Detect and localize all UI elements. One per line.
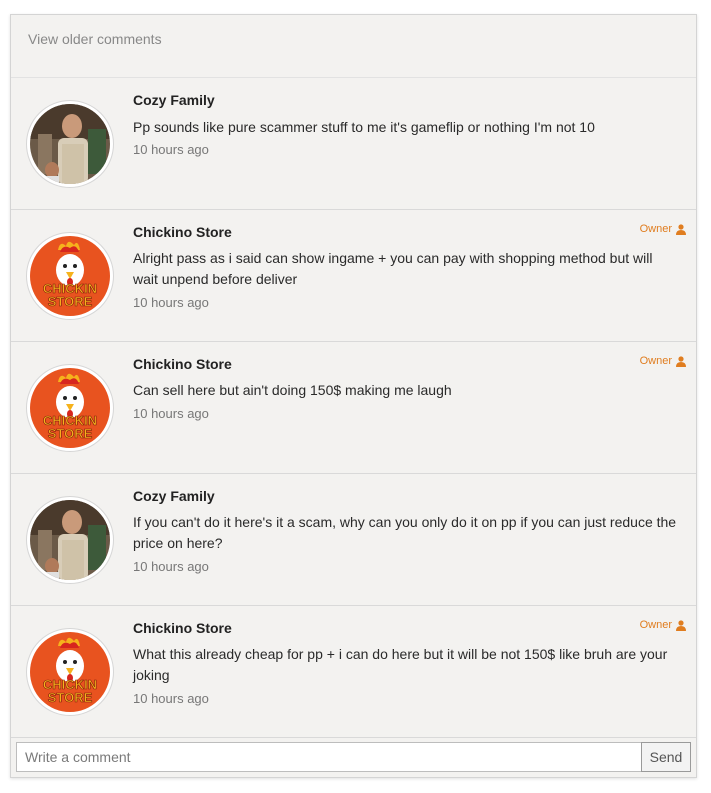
comment-author[interactable]: Chickino Store (133, 620, 232, 636)
comments-panel: View older comments Cozy Family Pp sound… (10, 14, 697, 778)
avatar[interactable]: CHICKIN STORE (26, 628, 114, 716)
comment-timestamp: 10 hours ago (133, 142, 209, 157)
avatar[interactable]: CHICKIN STORE (26, 364, 114, 452)
comment-item: CHICKIN STORE Chickino Store Owner Can s… (11, 342, 696, 474)
comment-author[interactable]: Chickino Store (133, 224, 232, 240)
comment-text: Can sell here but ain't doing 150$ makin… (133, 382, 452, 398)
comment-text: What this already cheap for pp + i can d… (133, 646, 668, 683)
comment-timestamp: 10 hours ago (133, 559, 209, 574)
user-icon (676, 223, 686, 235)
comment-timestamp: 10 hours ago (133, 295, 209, 310)
comment-item: Cozy Family If you can't do it here's it… (11, 474, 696, 606)
avatar[interactable] (26, 100, 114, 188)
comment-item: CHICKIN STORE Chickino Store Owner What … (11, 606, 696, 738)
owner-badge-label: Owner (639, 355, 672, 367)
comment-composer: Send (16, 742, 691, 772)
logo-text-line2: STORE (48, 690, 93, 705)
comment-timestamp: 10 hours ago (133, 691, 209, 706)
comment-text: If you can't do it here's it a scam, why… (133, 514, 677, 551)
comment-text: Pp sounds like pure scammer stuff to me … (133, 119, 595, 135)
person-photo-icon (30, 104, 110, 184)
owner-badge: Owner (640, 223, 686, 235)
comment-input[interactable] (16, 742, 641, 772)
comment-timestamp: 10 hours ago (133, 406, 209, 421)
person-photo-icon (30, 500, 110, 580)
chickin-store-logo-icon: CHICKIN STORE (30, 236, 110, 316)
avatar[interactable] (26, 496, 114, 584)
comment-item: CHICKIN STORE Chickino Store Owner Alrig… (11, 210, 696, 342)
chickin-store-logo-icon: CHICKIN STORE (30, 632, 110, 712)
user-icon (676, 619, 686, 631)
avatar[interactable]: CHICKIN STORE (26, 232, 114, 320)
comment-author[interactable]: Cozy Family (133, 488, 215, 504)
comment-author[interactable]: Chickino Store (133, 356, 232, 372)
owner-badge-label: Owner (639, 223, 672, 235)
logo-text-line2: STORE (48, 426, 93, 441)
send-button[interactable]: Send (641, 742, 691, 772)
comment-text: Alright pass as i said can show ingame +… (133, 250, 653, 287)
owner-badge-label: Owner (639, 619, 672, 631)
chickin-store-logo-icon: CHICKIN STORE (30, 368, 110, 448)
comment-author[interactable]: Cozy Family (133, 92, 215, 108)
view-older-comments-link[interactable]: View older comments (11, 15, 696, 78)
owner-badge: Owner (640, 355, 686, 367)
comment-item: Cozy Family Pp sounds like pure scammer … (11, 78, 696, 210)
logo-text-line2: STORE (48, 294, 93, 309)
user-icon (676, 355, 686, 367)
owner-badge: Owner (640, 619, 686, 631)
